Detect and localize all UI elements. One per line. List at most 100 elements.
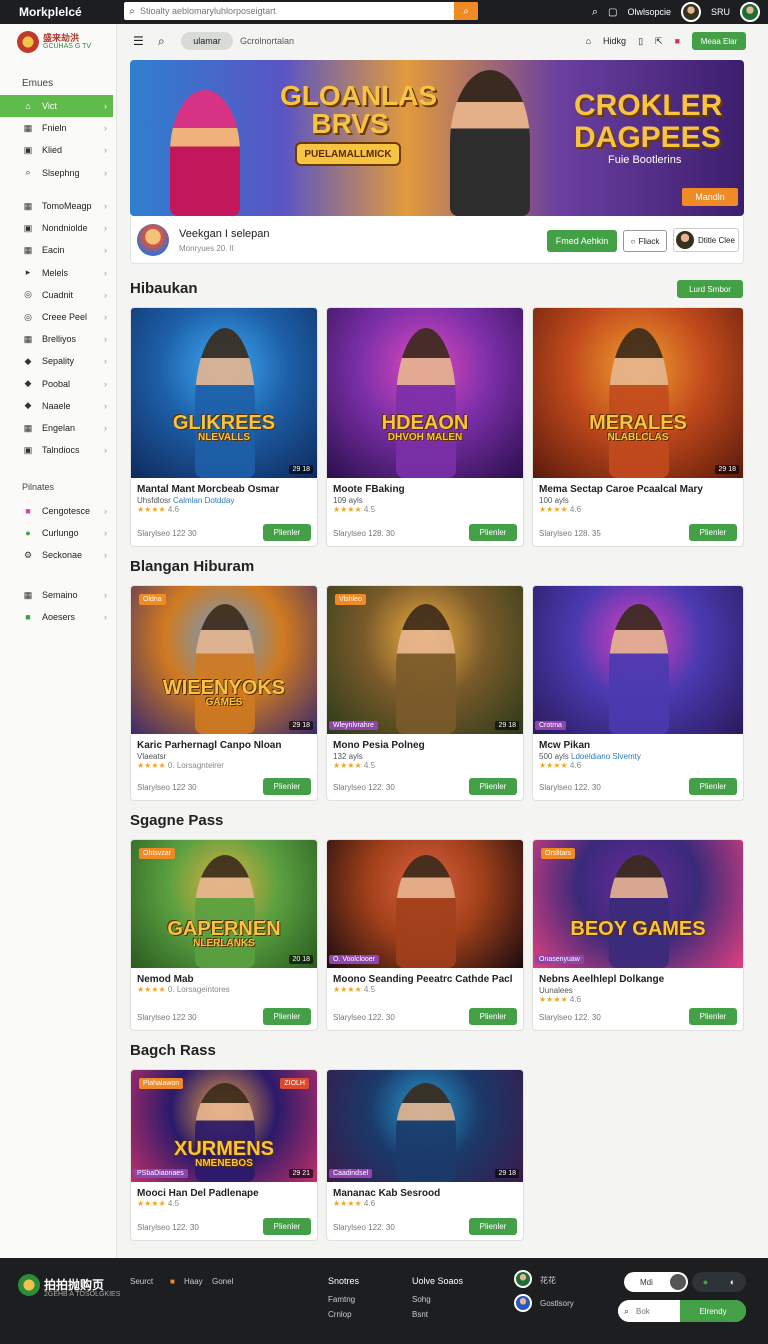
game-thumbnail[interactable]: GAPERNEN NLERLANKS Ohtsvzar 20 18 <box>131 840 317 968</box>
card-action-button[interactable]: Plienler <box>263 1218 311 1235</box>
game-card[interactable]: MERALES NLABLCLAS 29 18 Mema Sectap Caroe P… <box>532 307 744 547</box>
sidebar-item[interactable]: ▦ Engelan › <box>0 417 113 439</box>
top-search-input[interactable] <box>140 6 454 16</box>
sidebar-item[interactable]: ▦ Eacin › <box>0 239 113 261</box>
filter-pill[interactable]: ulamar <box>181 32 233 50</box>
brand-logo[interactable]: Morkplelcé <box>19 5 119 19</box>
sidebar-item[interactable]: ◆ Naaele › <box>0 395 113 417</box>
top-right-label[interactable]: Olwlsopcie <box>627 7 671 17</box>
game-card[interactable]: Vlshleo Wleynlvrahre 29 18 Mono Pesia Polne… <box>326 585 524 801</box>
game-thumbnail[interactable]: WIEENYOKS GAMES Oldna 29 18 <box>131 586 317 734</box>
promo-primary-button[interactable]: Fmed Aehkin <box>547 230 617 252</box>
hero-button[interactable]: Mandln <box>682 188 738 206</box>
game-title[interactable]: Mooci Han Del Padlenape <box>131 1182 317 1199</box>
card-action-button[interactable]: Plienler <box>689 778 737 795</box>
sidebar-item[interactable]: ■ Aoesers › <box>0 606 113 628</box>
game-title[interactable]: Moono Seanding Peeatrc Cathde Pacl <box>327 968 523 985</box>
game-title[interactable]: Mananac Kab Sesrood <box>327 1182 523 1199</box>
sidebar-item[interactable]: ⚙ Seckonae › <box>0 544 113 566</box>
footer-link[interactable]: Sohg <box>412 1295 431 1304</box>
game-card[interactable]: Crotma Mcw Pikan 500 ayls Ldoeldiano Slvem… <box>532 585 744 801</box>
avatar[interactable] <box>680 2 701 22</box>
sidebar-item[interactable]: ◆ Poobal › <box>0 373 113 395</box>
card-action-button[interactable]: Plienler <box>263 524 311 541</box>
game-card[interactable]: O. Voolclooer Moono Seanding Peeatrc Cath… <box>326 839 524 1031</box>
sidebar-logo[interactable]: 盛来劫洪 GCUHAS G TV <box>17 31 91 53</box>
sidebar-item[interactable]: ◎ Cuadnit › <box>0 284 113 306</box>
search-icon[interactable]: ⌕ <box>158 34 165 49</box>
sidebar-item[interactable]: ◎ Creee Peel › <box>0 306 113 328</box>
avatar[interactable] <box>514 1270 532 1288</box>
game-card[interactable]: HDEAON DHVOH MALEN Moote FBaking 109 ayls ★… <box>326 307 524 547</box>
game-card[interactable]: GLIKREES NLEVALLS 29 18 Mantal Mant Morcbea… <box>130 307 318 547</box>
subnav-action-button[interactable]: Meaa Elar <box>692 32 746 50</box>
card-action-button[interactable]: Plienler <box>263 1008 311 1025</box>
game-title[interactable]: Mantal Mant Morcbeab Osmar <box>131 478 317 495</box>
sidebar-item[interactable]: ⌕ Slsephng › <box>0 162 113 184</box>
game-thumbnail[interactable]: Vlshleo Wleynlvrahre 29 18 <box>327 586 523 734</box>
footer-link[interactable]: Crnlop <box>328 1310 352 1319</box>
game-thumbnail[interactable]: O. Voolclooer <box>327 840 523 968</box>
card-action-button[interactable]: Plienler <box>469 778 517 795</box>
game-title[interactable]: Nebns Aeelhlepl Dolkange <box>533 968 743 985</box>
footer-user-label[interactable]: 花花 <box>540 1275 556 1286</box>
game-title[interactable]: Nemod Mab <box>131 968 317 985</box>
phone-icon[interactable]: ▯ <box>638 36 643 47</box>
subnav-text[interactable]: Gcrolnortalan <box>240 36 294 46</box>
footer-link[interactable]: Seurct <box>130 1277 153 1286</box>
sidebar-item[interactable]: ▸ Melels › <box>0 262 113 284</box>
menu-icon[interactable]: ☰ <box>133 34 144 48</box>
sidebar-item[interactable]: ▦ TomoMeagp › <box>0 195 113 217</box>
game-card[interactable]: WIEENYOKS GAMES Oldna 29 18 Karic Parhernagl… <box>130 585 318 801</box>
footer-link[interactable]: Gonel <box>212 1277 233 1286</box>
footer-link[interactable]: Haay <box>184 1277 203 1286</box>
sidebar-item[interactable]: ▣ Nondniolde › <box>0 217 113 239</box>
game-thumbnail[interactable]: BEOY GAMES Orslitars Onasenyuaw <box>533 840 743 968</box>
sidebar-item[interactable]: ● Curlungo › <box>0 522 113 544</box>
share-icon[interactable]: ⇱ <box>655 36 663 47</box>
sidebar-item[interactable]: ▣ Talndiocs › <box>0 439 113 461</box>
game-thumbnail[interactable]: GLIKREES NLEVALLS 29 18 <box>131 308 317 478</box>
footer-link[interactable]: Famtng <box>328 1295 355 1304</box>
game-title[interactable]: Mcw Pikan <box>533 734 743 751</box>
card-action-button[interactable]: Plienler <box>469 524 517 541</box>
footer-search-button[interactable]: Elrendy <box>680 1300 746 1322</box>
user-label[interactable]: SRU <box>711 7 730 17</box>
avatar[interactable] <box>740 2 760 22</box>
sidebar-item[interactable]: ⌂ Vict › <box>0 95 113 117</box>
card-action-button[interactable]: Plienler <box>469 1008 517 1025</box>
search-icon[interactable]: ⌕ <box>592 6 598 19</box>
game-thumbnail[interactable]: Caadindsel 29 18 <box>327 1070 523 1182</box>
game-thumbnail[interactable]: HDEAON DHVOH MALEN <box>327 308 523 478</box>
promo-outline-button[interactable]: ○ Fliack <box>623 230 667 252</box>
game-thumbnail[interactable]: MERALES NLABLCLAS 29 18 <box>533 308 743 478</box>
section-action-button[interactable]: Lurd Smbor <box>677 280 743 298</box>
cart-icon[interactable]: ⌂ <box>586 36 591 46</box>
game-card[interactable]: XURMENS NMENEBOS Plahalawon ZIOLH PSbaDiaona… <box>130 1069 318 1241</box>
footer-link[interactable]: Bsnt <box>412 1310 428 1319</box>
sidebar-item[interactable]: ▦ Semaino › <box>0 584 113 606</box>
card-action-button[interactable]: Plienler <box>469 1218 517 1235</box>
promo-user-box[interactable]: Dtitle Clee <box>673 228 739 252</box>
game-title[interactable]: Moote FBaking <box>327 478 523 495</box>
hero-banner[interactable]: GLOANLAS BRVS PUELAMALLMICK CROKLER DAGP… <box>130 60 744 216</box>
chat-icon[interactable]: ▢ <box>608 7 617 18</box>
footer-user-label[interactable]: Gostlsory <box>540 1299 574 1308</box>
game-meta-link[interactable]: Ldoeldiano Slvemty <box>571 752 641 761</box>
game-title[interactable]: Mono Pesia Polneg <box>327 734 523 751</box>
sidebar-item[interactable]: ▣ Klied › <box>0 139 113 161</box>
game-card[interactable]: BEOY GAMES Orslitars Onasenyuaw Nebns Aeelh… <box>532 839 744 1031</box>
avatar[interactable] <box>514 1294 532 1312</box>
card-action-button[interactable]: Plienler <box>689 524 737 541</box>
game-card[interactable]: GAPERNEN NLERLANKS Ohtsvzar 20 18 Nemod Mab ★… <box>130 839 318 1031</box>
card-action-button[interactable]: Plienler <box>263 778 311 795</box>
footer-toggle[interactable]: Mdi <box>624 1272 688 1292</box>
search-go-icon[interactable]: ⌕ <box>454 2 478 20</box>
sidebar-item[interactable]: ▦ Brelliyos › <box>0 328 113 350</box>
sidebar-item[interactable]: ◆ Sepality › <box>0 350 113 372</box>
game-meta-link[interactable]: Calmlan Dotdday <box>173 496 234 505</box>
game-card[interactable]: Caadindsel 29 18 Mananac Kab Sesrood ★★★★ 4… <box>326 1069 524 1241</box>
game-thumbnail[interactable]: Crotma <box>533 586 743 734</box>
sidebar-item[interactable]: ■ Cengotesce › <box>0 500 113 522</box>
game-thumbnail[interactable]: XURMENS NMENEBOS Plahalawon ZIOLH PSbaDiaona… <box>131 1070 317 1182</box>
